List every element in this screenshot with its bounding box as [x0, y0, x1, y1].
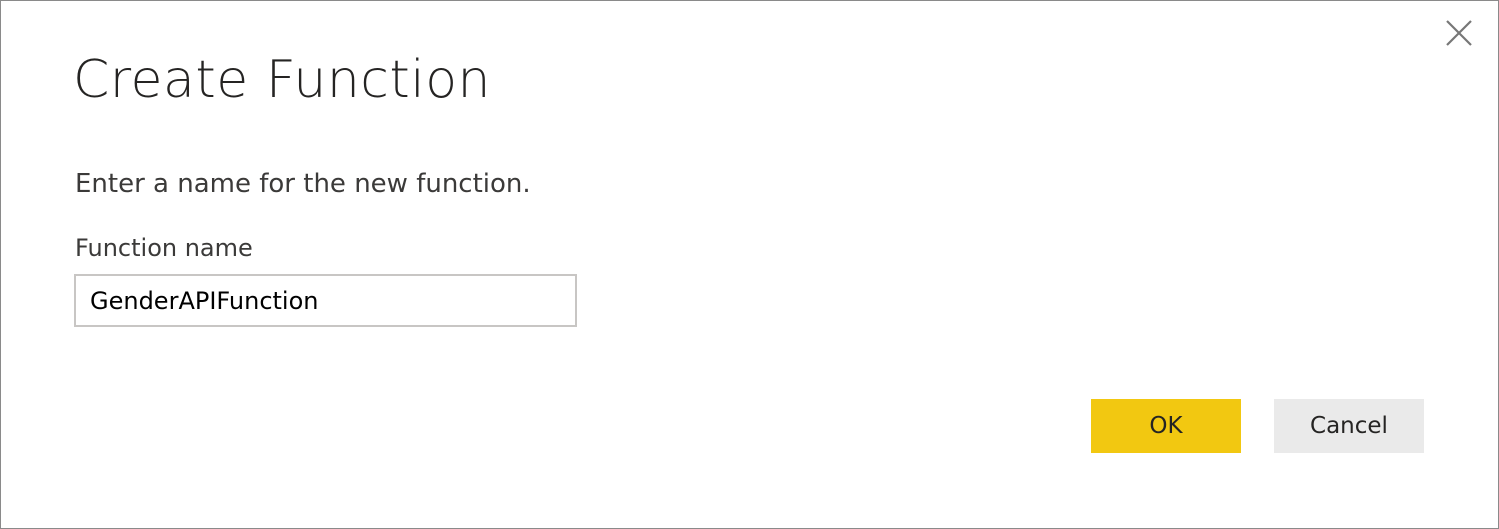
cancel-button[interactable]: Cancel [1274, 399, 1424, 453]
create-function-dialog: Create Function Enter a name for the new… [0, 0, 1499, 529]
dialog-title: Create Function [73, 50, 491, 110]
function-name-input[interactable] [74, 274, 577, 327]
function-name-label: Function name [75, 234, 253, 262]
close-button[interactable] [1439, 13, 1479, 53]
ok-button[interactable]: OK [1091, 399, 1241, 453]
dialog-prompt: Enter a name for the new function. [75, 169, 531, 199]
close-icon [1446, 20, 1472, 46]
